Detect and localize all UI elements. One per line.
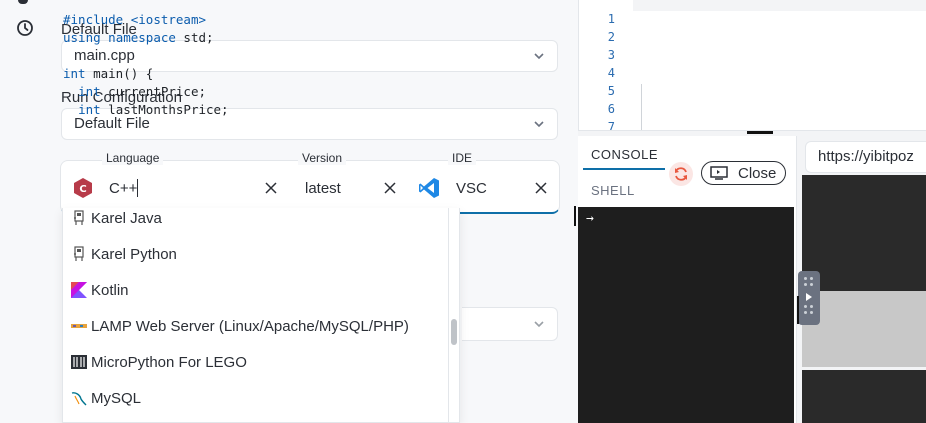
lamp-icon [71,324,87,328]
grip-dot [804,277,807,280]
list-item-label: Karel Java [91,209,162,227]
scrollbar-thumb[interactable] [451,319,457,345]
ide-input[interactable]: VSC [456,180,487,197]
line-number: 4 [607,66,615,80]
list-item-label: LAMP Web Server (Linux/Apache/MySQL/PHP) [91,317,409,335]
default-file-value: main.cpp [74,47,135,64]
language-dropdown[interactable]: Karel Java Karel Python Kotlin LAMP Web … [62,208,460,423]
tab-console[interactable]: CONSOLE [591,147,658,162]
list-item[interactable]: MicroPython For LEGO [71,350,247,374]
line-number: 3 [607,48,615,62]
language-input[interactable]: C++ [109,180,137,197]
clear-version-icon[interactable] [383,181,397,195]
text-caret [137,179,138,197]
grip-dot [810,311,813,314]
list-item-label: MicroPython For LEGO [91,353,247,371]
chevron-down-icon [534,53,544,60]
chevron-down-icon [534,121,544,128]
list-item-label: MySQL [91,389,142,407]
split-handle[interactable] [747,131,773,134]
list-item-label: Kotlin [91,281,129,299]
hidden-select[interactable] [462,307,558,341]
tab-shell[interactable]: SHELL [591,183,635,198]
grip-dot [804,283,807,286]
list-item[interactable]: Karel Java [71,208,162,230]
preview-content[interactable] [802,370,926,423]
karel-robot-icon [74,210,84,225]
line-number: 6 [607,102,615,116]
terminal-cursor [574,206,576,226]
line-number: 2 [607,30,615,44]
close-button-label: Close [738,164,777,182]
list-item[interactable]: MySQL [71,386,141,410]
grip-dot [810,305,813,308]
grip-dot [810,277,813,280]
code-line: int currentPrice; [78,84,206,99]
terminal-prompt: → [586,211,594,226]
karel-robot-icon [74,246,84,261]
vscode-icon [419,178,439,198]
list-item[interactable]: Kotlin [71,278,129,302]
grip-dot [810,283,813,286]
kotlin-icon [71,282,87,298]
expand-icon[interactable] [806,293,812,301]
version-label: Version [298,151,347,165]
resize-bar[interactable] [797,296,799,324]
preview-content[interactable] [802,175,926,291]
micropython-icon [71,355,87,369]
terminal-output[interactable] [578,207,794,423]
editor-tab[interactable] [579,0,633,11]
close-button[interactable]: Close [701,161,786,185]
list-item[interactable]: Karel Python [71,242,177,266]
grip-dot [804,305,807,308]
run-config-value: Default File [74,115,150,132]
cpp-icon: C [74,178,92,198]
preview-content[interactable] [802,291,926,367]
language-label: Language [102,151,164,165]
scrollbar-track [448,208,449,422]
left-icon-strip [0,0,46,423]
chevron-down-icon [534,321,544,328]
clock-icon[interactable] [16,19,34,37]
refresh-icon [675,167,687,181]
code-line: using namespace std; [63,30,214,45]
mysql-icon [71,392,87,406]
code-line: int main() { [63,66,154,81]
line-number: 1 [607,12,615,26]
screen-icon [710,166,728,180]
settings-icon-stub[interactable] [18,0,28,4]
list-item[interactable]: LAMP Web Server (Linux/Apache/MySQL/PHP) [71,314,409,338]
code-editor[interactable] [578,0,926,132]
code-line: int lastMonthsPrice; [78,102,229,117]
line-number: 5 [607,84,615,98]
svg-text:C: C [79,184,86,195]
url-input[interactable]: https://yibitpoz [805,141,926,173]
clear-language-icon[interactable] [264,181,278,195]
list-item-label: Karel Python [91,245,177,263]
code-line: #include <iostream> [63,12,207,27]
version-input[interactable]: latest [305,180,341,197]
restart-button[interactable] [669,162,693,186]
indent-guide [641,84,642,132]
clear-ide-icon[interactable] [534,181,548,195]
ide-label: IDE [448,151,477,165]
grip-dot [804,311,807,314]
line-number: 7 [607,120,615,130]
active-tab-indicator [583,168,665,170]
